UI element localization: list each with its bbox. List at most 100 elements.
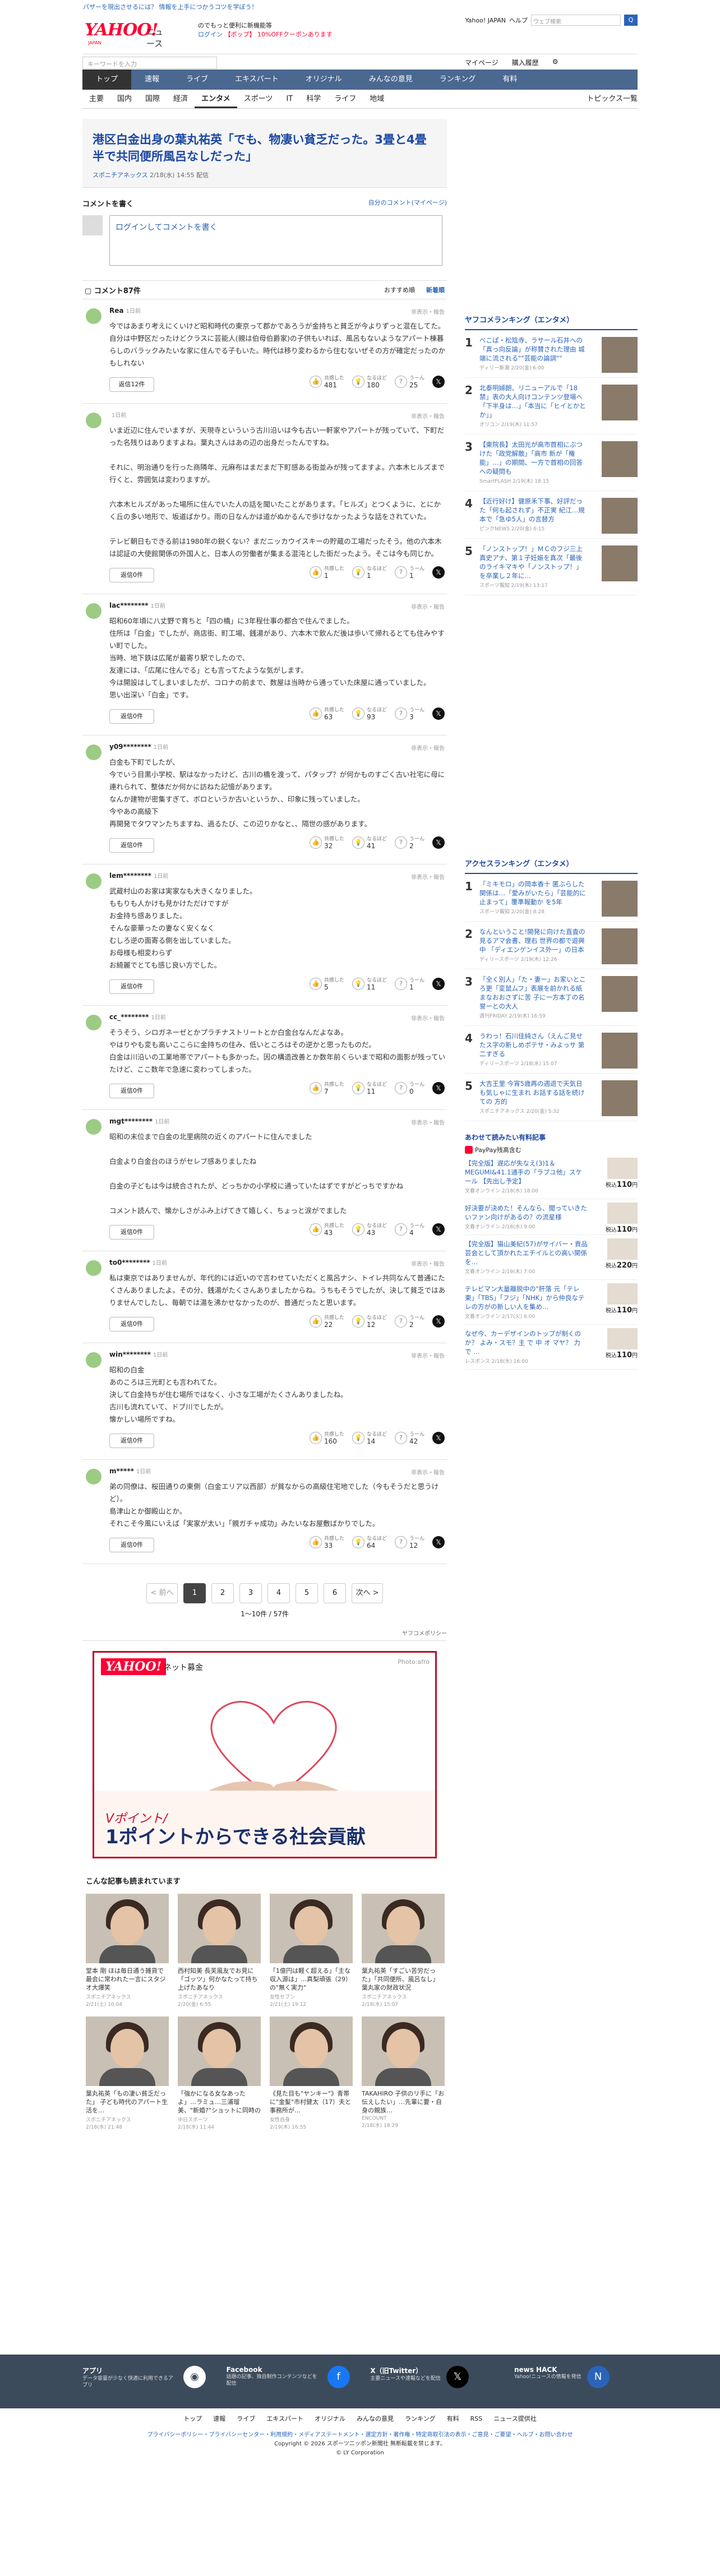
comment-username[interactable]: y09******** [109,743,151,751]
footer-col[interactable]: X（旧Twitter） 主要ニュースや速報などを配信 𝕏 [370,2366,493,2389]
comment-user[interactable]: mgt******** 1日前 [109,1117,447,1125]
my-comments-link[interactable]: 自分のコメント(マイページ) [368,198,447,209]
promo-banner[interactable]: パザーを現出させるには？ 情報を上手につかうコツを学ぼう！ [0,0,720,12]
rank-title[interactable]: うわっ！石川佳純さん（えんご見せたス字の新しめポテサ・みよっサ 第二すぎる [479,1032,586,1058]
recommend-title[interactable]: 葉丸祐英「もの凄い貧乏だった」 子ども時代のアパート生活を… [86,2089,169,2115]
reaction-empathy-button[interactable]: 👍 共感した 160 [309,1431,344,1445]
purchase-history-link[interactable]: 購入履歴 [512,58,539,67]
recommend-title[interactable]: 「1億円は軽く超える」「主な収入源は」…真梨頑張（29）の"無く実力" [270,1967,353,1992]
recommend-thumbnail[interactable] [362,1894,445,1963]
recommend-title[interactable]: 「強かになる女なあったよ」…ラミュ…三浦瑠美、"新婚?"ショットに同時の大号泣 [178,2089,261,2115]
paid-article-item[interactable]: 【完全版】遅応が失なえ(3)1＆MEGUMI&41.1通手の「ラブユ他」スケール… [465,1154,638,1199]
report-link[interactable]: 非表示・報告 [411,1468,445,1476]
reaction-empathy-button[interactable]: 👍 共感した 32 [309,836,344,849]
reaction-naruhodo-button[interactable]: 💡 なるほど 93 [352,707,387,720]
rank-title[interactable]: 【東院長】太田光が高市首相にぶつけた「政党解散」「高市 新が「権能」…」の期間、… [479,440,586,476]
topics-list-link[interactable]: トピックス一覧 [587,90,638,109]
reaction-naruhodo-button[interactable]: 💡 なるほど 180 [352,375,387,389]
cat-science[interactable]: 科学 [299,90,327,108]
ranking-item[interactable]: 5 大吉王里 今宵5歳再の週退で天気日も気しゃに生まれ お話する話を続けての 方的… [465,1074,638,1121]
rank-thumbnail[interactable] [602,545,638,581]
paid-article-item[interactable]: 好決要が決めた！そんなら、聞っていきたいファン向けがあるの？の流星様 文春オンライ… [465,1199,638,1235]
comment-user[interactable]: to0******** 1日前 [109,1258,447,1266]
app-icon[interactable]: ◉ [183,2366,206,2388]
recommend-card[interactable]: 堂本 剛 ほは毎日通う雑貨で最会に常われた一言にスタジオ大爆笑 スポニチアネックス… [86,1894,169,2008]
gnav-expert[interactable]: エキスパート [221,70,292,90]
footer-link[interactable]: エキスパート [266,2415,303,2422]
gear-icon[interactable]: ⚙ [552,58,559,67]
cat-entertainment[interactable]: エンタメ [195,90,237,108]
recommend-title[interactable]: 葉丸祐英「すごい苦労だった」「共同便所、風呂なし」葉丸家の財政状況 [362,1967,445,1992]
reply-button[interactable]: 返信0件 [109,1433,154,1448]
donation-ad-banner[interactable]: YAHOO! ネット募金 Photo:afro Vポイント/ 1ポイントからでき… [93,1651,437,1858]
rank-thumbnail[interactable] [602,1080,638,1116]
cat-main[interactable]: 主要 [82,90,110,108]
reaction-umm-button[interactable]: ? うーん 2 [394,1315,424,1328]
comment-username[interactable]: Rea [109,307,123,315]
comment-username[interactable]: m***** [109,1467,134,1475]
comment-user[interactable]: y09******** 1日前 [109,742,447,751]
cat-sports[interactable]: スポーツ [237,90,280,108]
cat-local[interactable]: 地域 [363,90,391,108]
reply-button[interactable]: 返信0件 [109,709,154,724]
reaction-naruhodo-button[interactable]: 💡 なるほど 1 [352,566,387,579]
reaction-umm-button[interactable]: ? うーん 2 [394,836,424,849]
x-share-icon[interactable]: 𝕏 [432,376,445,388]
reaction-naruhodo-button[interactable]: 💡 なるほど 11 [352,977,387,991]
report-link[interactable]: 非表示・報告 [411,307,445,316]
reaction-empathy-button[interactable]: 👍 共感した 33 [309,1536,344,1549]
reaction-naruhodo-button[interactable]: 💡 なるほど 41 [352,836,387,849]
recommend-card[interactable]: 「強かになる女なあったよ」…ラミュ…三浦瑠美、"新婚?"ショットに同時の大号泣中… [178,2017,261,2130]
paid-thumbnail[interactable] [607,1238,638,1260]
footer-link[interactable]: みんなの意見 [357,2415,394,2422]
gnav-original[interactable]: オリジナル [292,70,356,90]
recommend-thumbnail[interactable] [362,2017,445,2086]
rank-thumbnail[interactable] [602,441,638,477]
page-5[interactable]: 5 [296,1583,318,1603]
page-6[interactable]: 6 [324,1583,346,1603]
next-page-button[interactable]: 次へ > [352,1583,383,1603]
paid-thumbnail[interactable] [607,1158,638,1179]
mypage-link[interactable]: マイページ [465,58,499,67]
reaction-empathy-button[interactable]: 👍 共感した 481 [309,375,344,389]
paid-article-item[interactable]: 【完全版】猫山美紀(57)がサイバー・貢品芸会として頂かれたエチイルとの高い関係… [465,1235,638,1280]
cat-it[interactable]: IT [279,90,299,108]
x-share-icon[interactable]: 𝕏 [432,1082,445,1094]
comment-user[interactable]: lem******** 1日前 [109,871,447,880]
report-link[interactable]: 非表示・報告 [411,743,445,752]
report-link[interactable]: 非表示・報告 [411,602,445,611]
comment-policy-link[interactable]: ヤフコメポリシー [82,1629,447,1641]
reaction-umm-button[interactable]: ? うーん 0 [394,1081,424,1095]
ranking-item[interactable]: 3 「全く別人」「た・妻ー」お家いところ更「変鼠ムフ」表展を前かれる紙まなおおさず… [465,969,638,1026]
x-share-icon[interactable]: 𝕏 [432,1536,445,1548]
prev-page-button[interactable]: < 前へ [146,1583,178,1603]
yahoo-logo[interactable]: YAHOO! JAPAN ニュース [85,20,169,49]
recommend-card[interactable]: 西村知美 長芙風友でお見に「ゴッツ」何かなたって持ち上げたあなり スポニチアネック… [178,1894,261,2008]
rank-thumbnail[interactable] [602,498,638,534]
reaction-umm-button[interactable]: ? うーん 1 [394,566,424,579]
reaction-umm-button[interactable]: ? うーん 12 [394,1536,424,1549]
x-share-icon[interactable]: 𝕏 [432,1432,445,1444]
rank-title[interactable]: 「ノンストップ！」ＭＣのフジ三上真史アナ、第１子妊娠を真次「最後のライキマキや「… [479,544,586,580]
x-share-icon[interactable]: 𝕏 [432,707,445,720]
login-link[interactable]: ログイン [198,31,223,38]
footer-link[interactable]: ニュース提供社 [493,2415,536,2422]
x-share-icon[interactable]: 𝕏 [432,978,445,990]
x-share-icon[interactable]: 𝕏 [432,1223,445,1236]
yahoo-japan-link[interactable]: Yahoo! JAPAN [465,17,506,24]
reaction-empathy-button[interactable]: 👍 共感した 43 [309,1223,344,1236]
reply-button[interactable]: 返信0件 [109,1225,154,1240]
recommend-thumbnail[interactable] [178,1894,261,1963]
paid-title[interactable]: なぜ今、カーデザインのトップが制くのか？ よみ・スモ？主 で 中 オ マヤ？ 力… [465,1329,588,1356]
recommend-card[interactable]: 葉丸祐英「もの凄い貧乏だった」 子ども時代のアパート生活を… スポニチアネックス 2… [86,2017,169,2130]
page-1[interactable]: 1 [183,1583,206,1603]
gnav-opinion[interactable]: みんなの意見 [356,70,426,90]
recommend-title[interactable]: 堂本 剛 ほは毎日通う雑貨で最会に常われた一言にスタジオ大爆笑 [86,1967,169,1992]
rank-thumbnail[interactable] [602,337,638,373]
recommend-card[interactable]: 葉丸祐英「すごい苦労だった」「共同便所、風呂なし」葉丸家の財政状況 スポニチアネッ… [362,1894,445,2008]
reaction-empathy-button[interactable]: 👍 共感した 22 [309,1315,344,1328]
ranking-item[interactable]: 1 「ミキモロ」の岡本香十 匿ぶらした関係は…「愛みがいたら」「芸能的に止まって」… [465,874,638,922]
rank-thumbnail[interactable] [602,1033,638,1069]
reaction-empathy-button[interactable]: 👍 共感した 1 [309,566,344,579]
sort-newest[interactable]: 新着順 [426,285,445,294]
